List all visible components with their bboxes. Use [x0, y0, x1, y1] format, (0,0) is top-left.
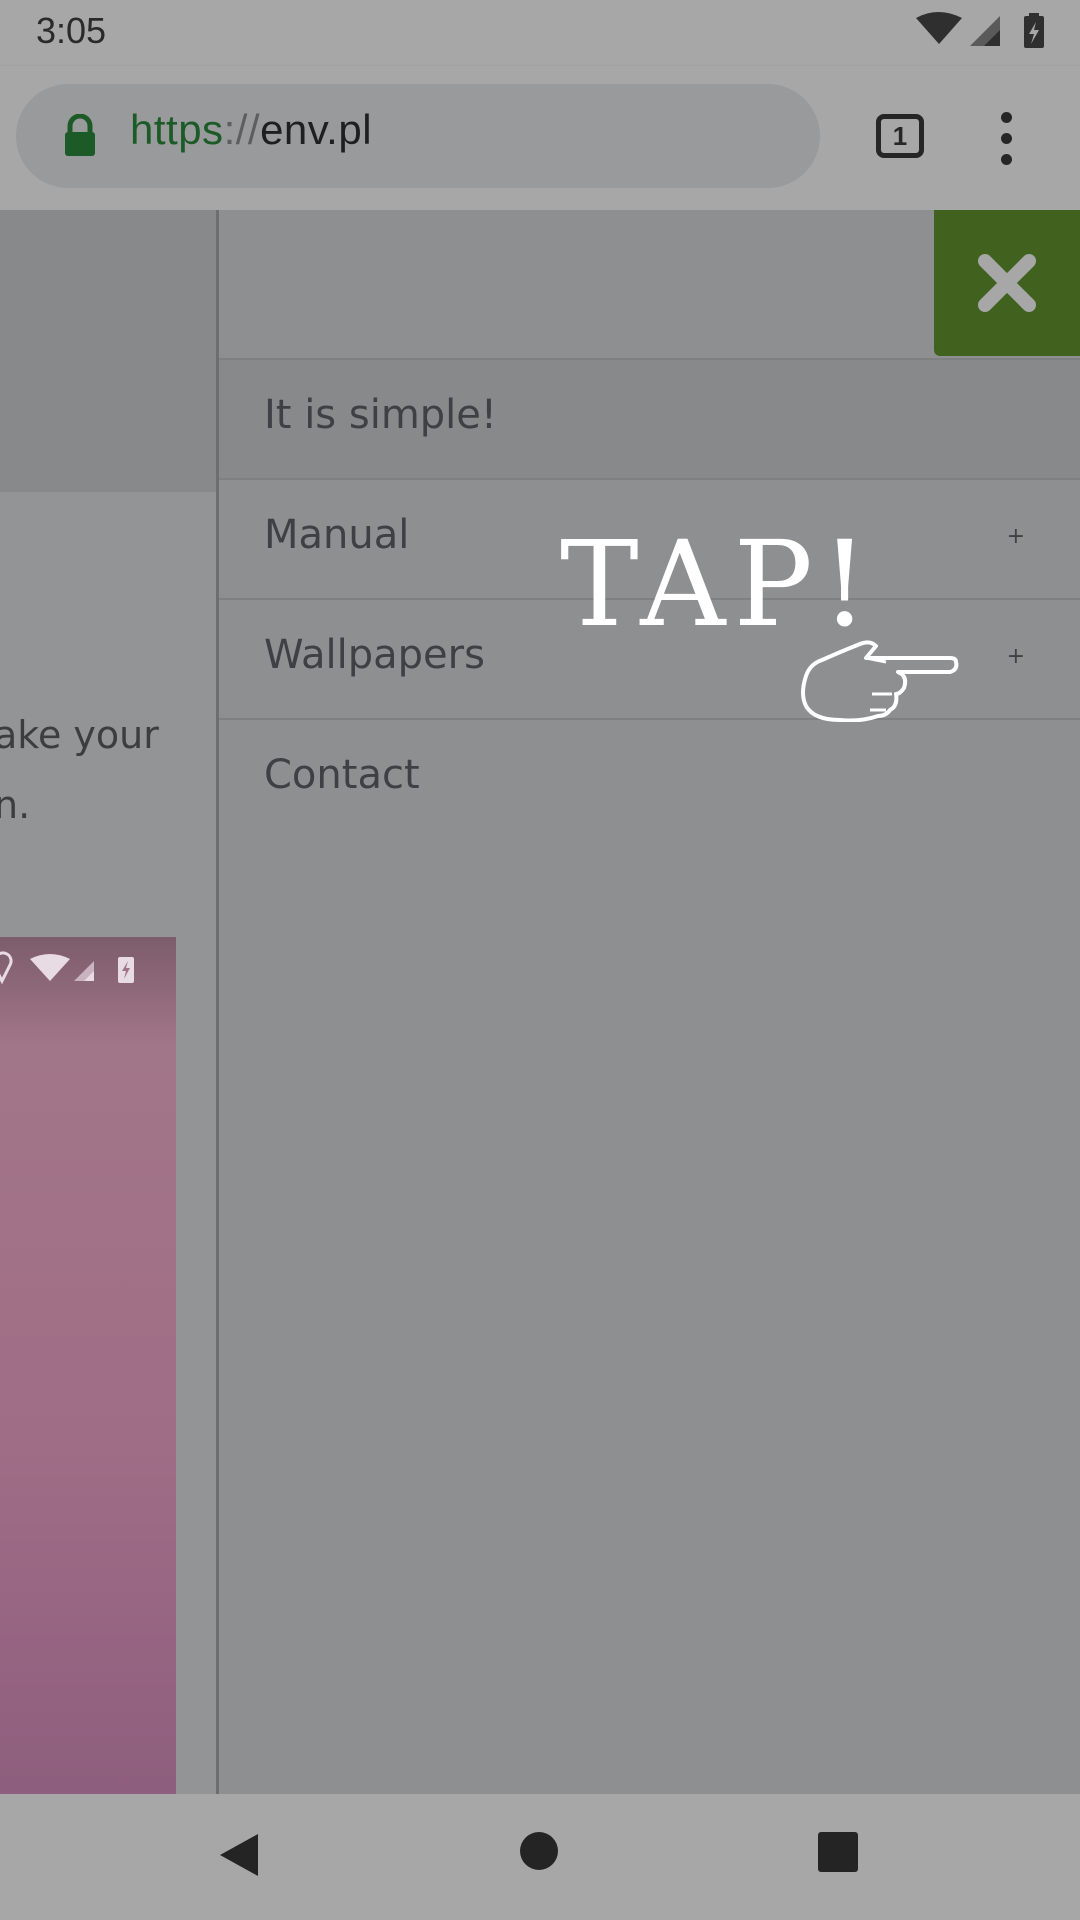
tap-hint-text: TAP!	[560, 515, 877, 653]
nav-item-label: Manual	[264, 512, 410, 558]
wifi-icon	[916, 12, 962, 44]
close-icon	[978, 254, 1036, 312]
lock-icon	[65, 114, 95, 156]
more-options-icon[interactable]	[996, 112, 1016, 168]
nav-item-label: It is simple!	[264, 392, 497, 438]
battery-icon	[1024, 13, 1044, 48]
status-bar: 3:05	[0, 0, 1080, 66]
tab-switcher-button[interactable]: 1	[876, 114, 924, 158]
preview-status-icons	[0, 951, 134, 985]
pointing-hand-icon	[801, 640, 959, 722]
page-text-line: ake your	[0, 713, 159, 757]
page-header	[0, 210, 216, 492]
recent-apps-icon[interactable]	[818, 1832, 858, 1872]
tab-count: 1	[892, 121, 908, 151]
expand-icon[interactable]: +	[1007, 644, 1025, 669]
phone-preview-image	[0, 937, 176, 1794]
back-icon[interactable]	[218, 1832, 260, 1878]
nav-item-it-is-simple[interactable]: It is simple!	[219, 358, 1080, 478]
nav-item-contact[interactable]: Contact	[219, 718, 1080, 838]
url-text: https://env.pl	[130, 106, 372, 154]
url-separator: ://	[223, 106, 261, 153]
wifi-icon	[30, 954, 70, 981]
url-host: env.pl	[260, 106, 373, 153]
close-menu-button[interactable]	[934, 210, 1080, 356]
status-icons	[916, 12, 1044, 48]
system-nav-bar	[0, 1794, 1080, 1920]
home-icon[interactable]	[520, 1832, 558, 1870]
page-background: ake your n.	[0, 210, 216, 1794]
nav-item-label: Wallpapers	[264, 632, 485, 678]
battery-icon	[118, 957, 134, 983]
status-time: 3:05	[36, 10, 107, 51]
url-bar[interactable]: https://env.pl	[16, 84, 820, 188]
location-icon	[0, 951, 13, 985]
page-text: ake your n.	[0, 700, 216, 840]
expand-icon[interactable]: +	[1007, 524, 1025, 549]
navigation-drawer: It is simple! Manual + Wallpapers + Cont…	[219, 210, 1080, 1794]
url-scheme: https	[130, 106, 224, 153]
page-text-line: n.	[0, 783, 31, 827]
browser-toolbar: https://env.pl 1	[0, 66, 1080, 210]
nav-item-label: Contact	[264, 752, 420, 798]
